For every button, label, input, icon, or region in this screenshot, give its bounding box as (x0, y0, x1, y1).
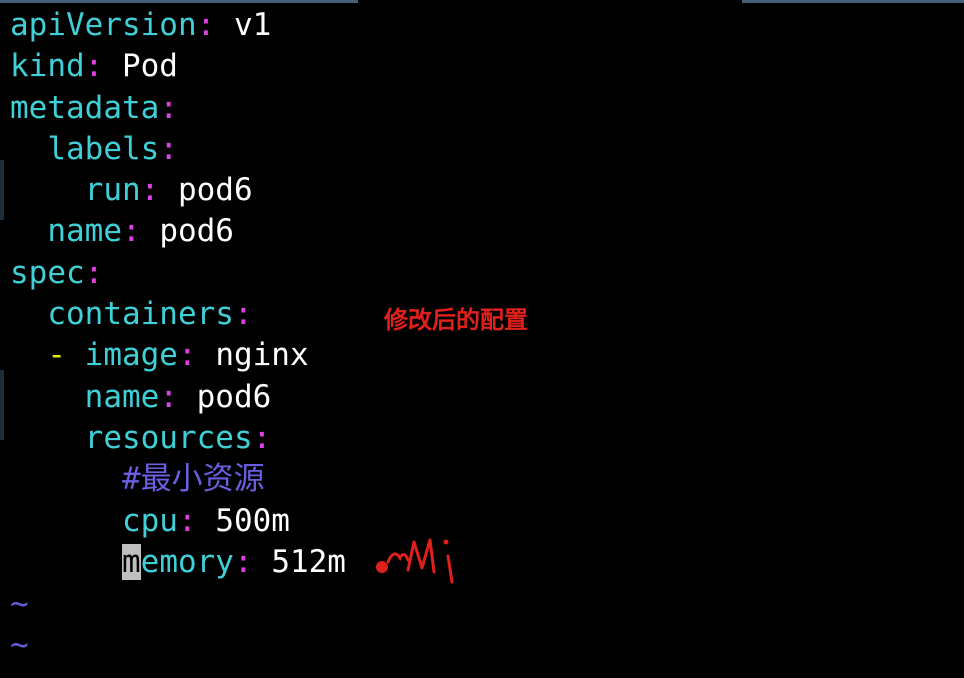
empty-line-marker: ~ (10, 627, 29, 663)
yaml-key: name (84, 379, 160, 415)
yaml-line[interactable]: cpu: 500m (10, 501, 290, 542)
yaml-line[interactable]: metadata: (10, 88, 178, 129)
text-cursor: m (121, 544, 141, 580)
yaml-key: resources (84, 420, 253, 456)
yaml-value: nginx (215, 337, 309, 373)
yaml-comment: #最小资源 (121, 461, 265, 497)
yaml-key: apiVersion (10, 7, 197, 43)
left-gutter-mark (0, 370, 4, 440)
vim-editor[interactable]: apiVersion: v1 kind: Pod metadata: label… (0, 0, 964, 678)
yaml-line[interactable]: name: pod6 (10, 377, 272, 418)
yaml-line[interactable]: kind: Pod (10, 46, 178, 87)
annotation-label: 修改后的配置 (384, 306, 528, 334)
yaml-line[interactable]: #最小资源 (10, 459, 265, 500)
yaml-value: pod6 (159, 213, 234, 249)
yaml-value: 500m (215, 503, 290, 539)
yaml-key: run (84, 172, 141, 208)
empty-line-marker: ~ (10, 586, 29, 622)
yaml-value: pod6 (177, 172, 253, 208)
yaml-line[interactable]: name: pod6 (10, 211, 234, 252)
yaml-key: labels (47, 131, 160, 167)
left-gutter-mark (0, 160, 4, 220)
yaml-key: name (47, 213, 122, 249)
yaml-key: kind (10, 48, 85, 84)
yaml-line[interactable]: - image: nginx (10, 335, 309, 376)
handwritten-annotation (376, 538, 454, 584)
yaml-key: emory (140, 544, 234, 580)
yaml-key: metadata (10, 90, 160, 126)
yaml-value: 512m (271, 544, 346, 580)
yaml-key: containers (47, 296, 234, 332)
yaml-value: Pod (121, 48, 178, 84)
window-top-border-right (742, 0, 964, 3)
yaml-key: cpu (121, 503, 178, 539)
yaml-line[interactable]: spec: (10, 253, 103, 294)
yaml-line[interactable]: run: pod6 (10, 170, 253, 211)
yaml-value: v1 (233, 7, 272, 43)
yaml-value: pod6 (196, 379, 272, 415)
yaml-line[interactable]: memory: 512m (10, 542, 346, 583)
yaml-key: image (84, 337, 178, 373)
yaml-key: spec (10, 255, 85, 291)
yaml-line[interactable]: labels: (10, 129, 178, 170)
list-dash: - (47, 337, 85, 373)
yaml-line[interactable]: apiVersion: v1 (10, 5, 271, 46)
window-top-border-left (0, 0, 358, 3)
yaml-line[interactable]: containers: (10, 294, 252, 335)
yaml-line[interactable]: resources: (10, 418, 272, 459)
